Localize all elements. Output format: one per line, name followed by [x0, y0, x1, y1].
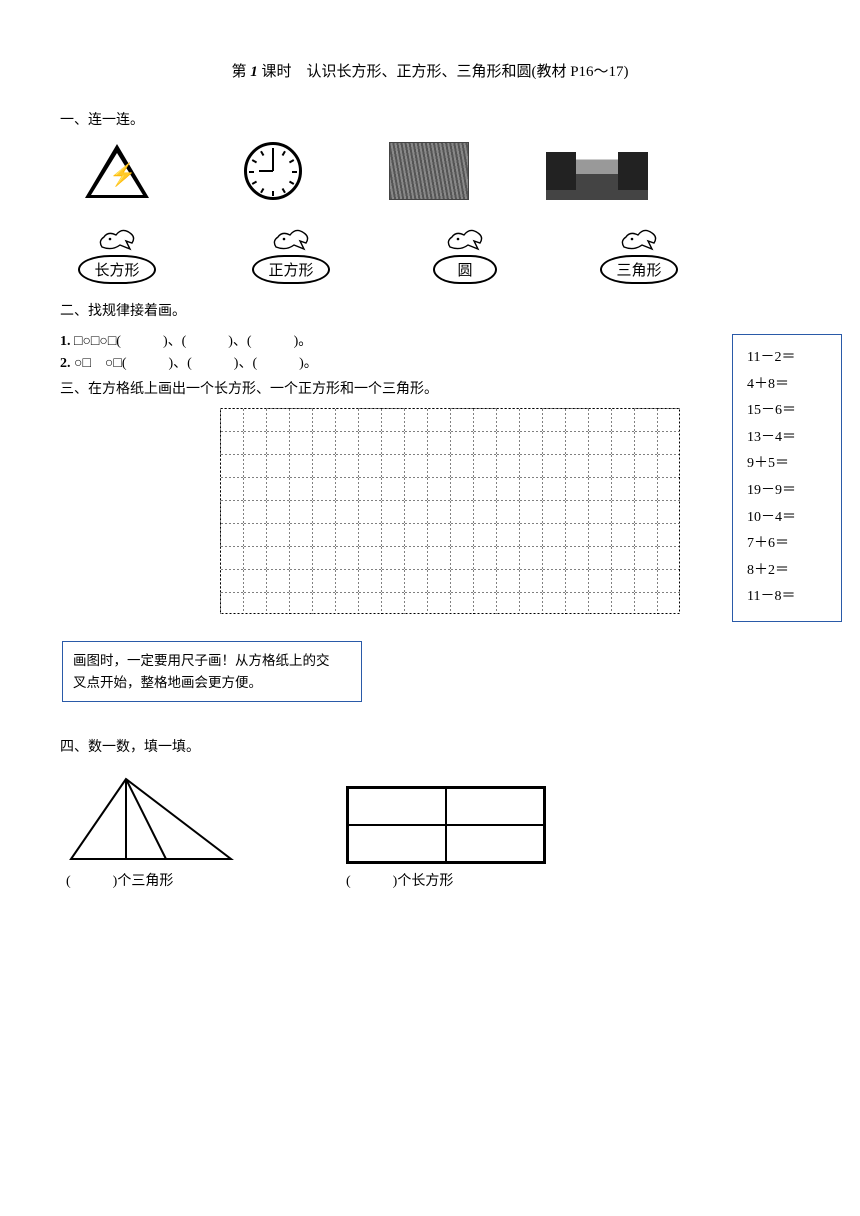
- arith-item: 15－6＝: [747, 398, 831, 425]
- lesson-number: 1: [250, 64, 258, 80]
- shape-labels-row: 长方形 正方形 圆 三角形: [62, 227, 800, 284]
- tip-box: 画图时，一定要用尺子画！从方格纸上的交 叉点开始，整格地画会更方便。: [62, 641, 362, 702]
- arith-item: 11－2＝: [747, 345, 831, 372]
- rect-grid: [346, 786, 546, 864]
- title-rest: 课时 认识长方形、正方形、三角形和圆(教材 P16～17): [261, 64, 628, 80]
- clock-icon: [244, 142, 302, 200]
- item-number: 2.: [60, 356, 71, 371]
- label-text-rectangle: 长方形: [78, 255, 155, 284]
- image-row: ⚡: [74, 139, 800, 203]
- bird-icon: [444, 227, 486, 253]
- arith-item: 7＋6＝: [747, 531, 831, 558]
- triangle-figure: ( )个三角形: [66, 774, 236, 890]
- lightning-icon: ⚡: [109, 162, 136, 188]
- pattern-1: 1. □○□○□( )、( )、( )。: [60, 330, 800, 350]
- label-square: 正方形: [236, 227, 346, 284]
- arithmetic-sidebar: 11－2＝ 4＋8＝ 15－6＝ 13－4＝ 9＋5＝ 19－9＝ 10－4＝ …: [732, 334, 842, 622]
- triangle-icon: ⚡: [85, 144, 149, 198]
- bird-icon: [96, 227, 138, 253]
- section-3-heading: 三、在方格纸上画出一个长方形、一个正方形和一个三角形。: [60, 378, 800, 398]
- rectangle-caption: ( )个长方形: [346, 870, 546, 890]
- tip-line-1: 画图时，一定要用尺子画！从方格纸上的交: [73, 650, 351, 672]
- arith-item: 11－8＝: [747, 584, 831, 611]
- waterfall-photo: [546, 142, 648, 200]
- arith-item: 13－4＝: [747, 425, 831, 452]
- dashed-grid: [220, 408, 680, 614]
- triangle-caption: ( )个三角形: [66, 870, 236, 890]
- bird-icon: [618, 227, 660, 253]
- square-photo-image: [386, 139, 472, 203]
- arith-item: 10－4＝: [747, 505, 831, 532]
- warning-sign-image: ⚡: [74, 139, 160, 203]
- rectangle-photo-image: [542, 139, 652, 203]
- arith-item: 9＋5＝: [747, 451, 831, 478]
- label-text-triangle: 三角形: [600, 255, 677, 284]
- pavement-photo: [389, 142, 469, 200]
- label-text-square: 正方形: [252, 255, 329, 284]
- title-prefix: 第: [231, 64, 246, 80]
- clock-image: [230, 139, 316, 203]
- arith-item: 19－9＝: [747, 478, 831, 505]
- label-triangle: 三角形: [584, 227, 694, 284]
- tip-line-2: 叉点开始，整格地画会更方便。: [73, 672, 351, 694]
- label-circle: 圆: [410, 227, 520, 284]
- label-text-circle: 圆: [433, 255, 496, 284]
- section-1-heading: 一、连一连。: [60, 109, 800, 129]
- page-title: 第 1 课时 认识长方形、正方形、三角形和圆(教材 P16～17): [60, 60, 800, 81]
- pattern-2: 2. ○□ ○□( )、( )、( )。: [60, 352, 800, 372]
- pattern-1-body: □○□○□( )、( )、( )。: [74, 334, 312, 349]
- item-number: 1.: [60, 334, 71, 349]
- bird-icon: [270, 227, 312, 253]
- pattern-2-body: ○□ ○□( )、( )、( )。: [74, 356, 318, 371]
- rectangle-figure: ( )个长方形: [346, 786, 546, 890]
- arith-item: 4＋8＝: [747, 372, 831, 399]
- grid-area: [220, 408, 692, 619]
- section-4-heading: 四、数一数，填一填。: [60, 736, 800, 756]
- label-rectangle: 长方形: [62, 227, 172, 284]
- section-4: 四、数一数，填一填。 ( )个三角形 ( )个长方形: [60, 736, 800, 890]
- section-2-heading: 二、找规律接着画。: [60, 300, 800, 320]
- arith-item: 8＋2＝: [747, 558, 831, 585]
